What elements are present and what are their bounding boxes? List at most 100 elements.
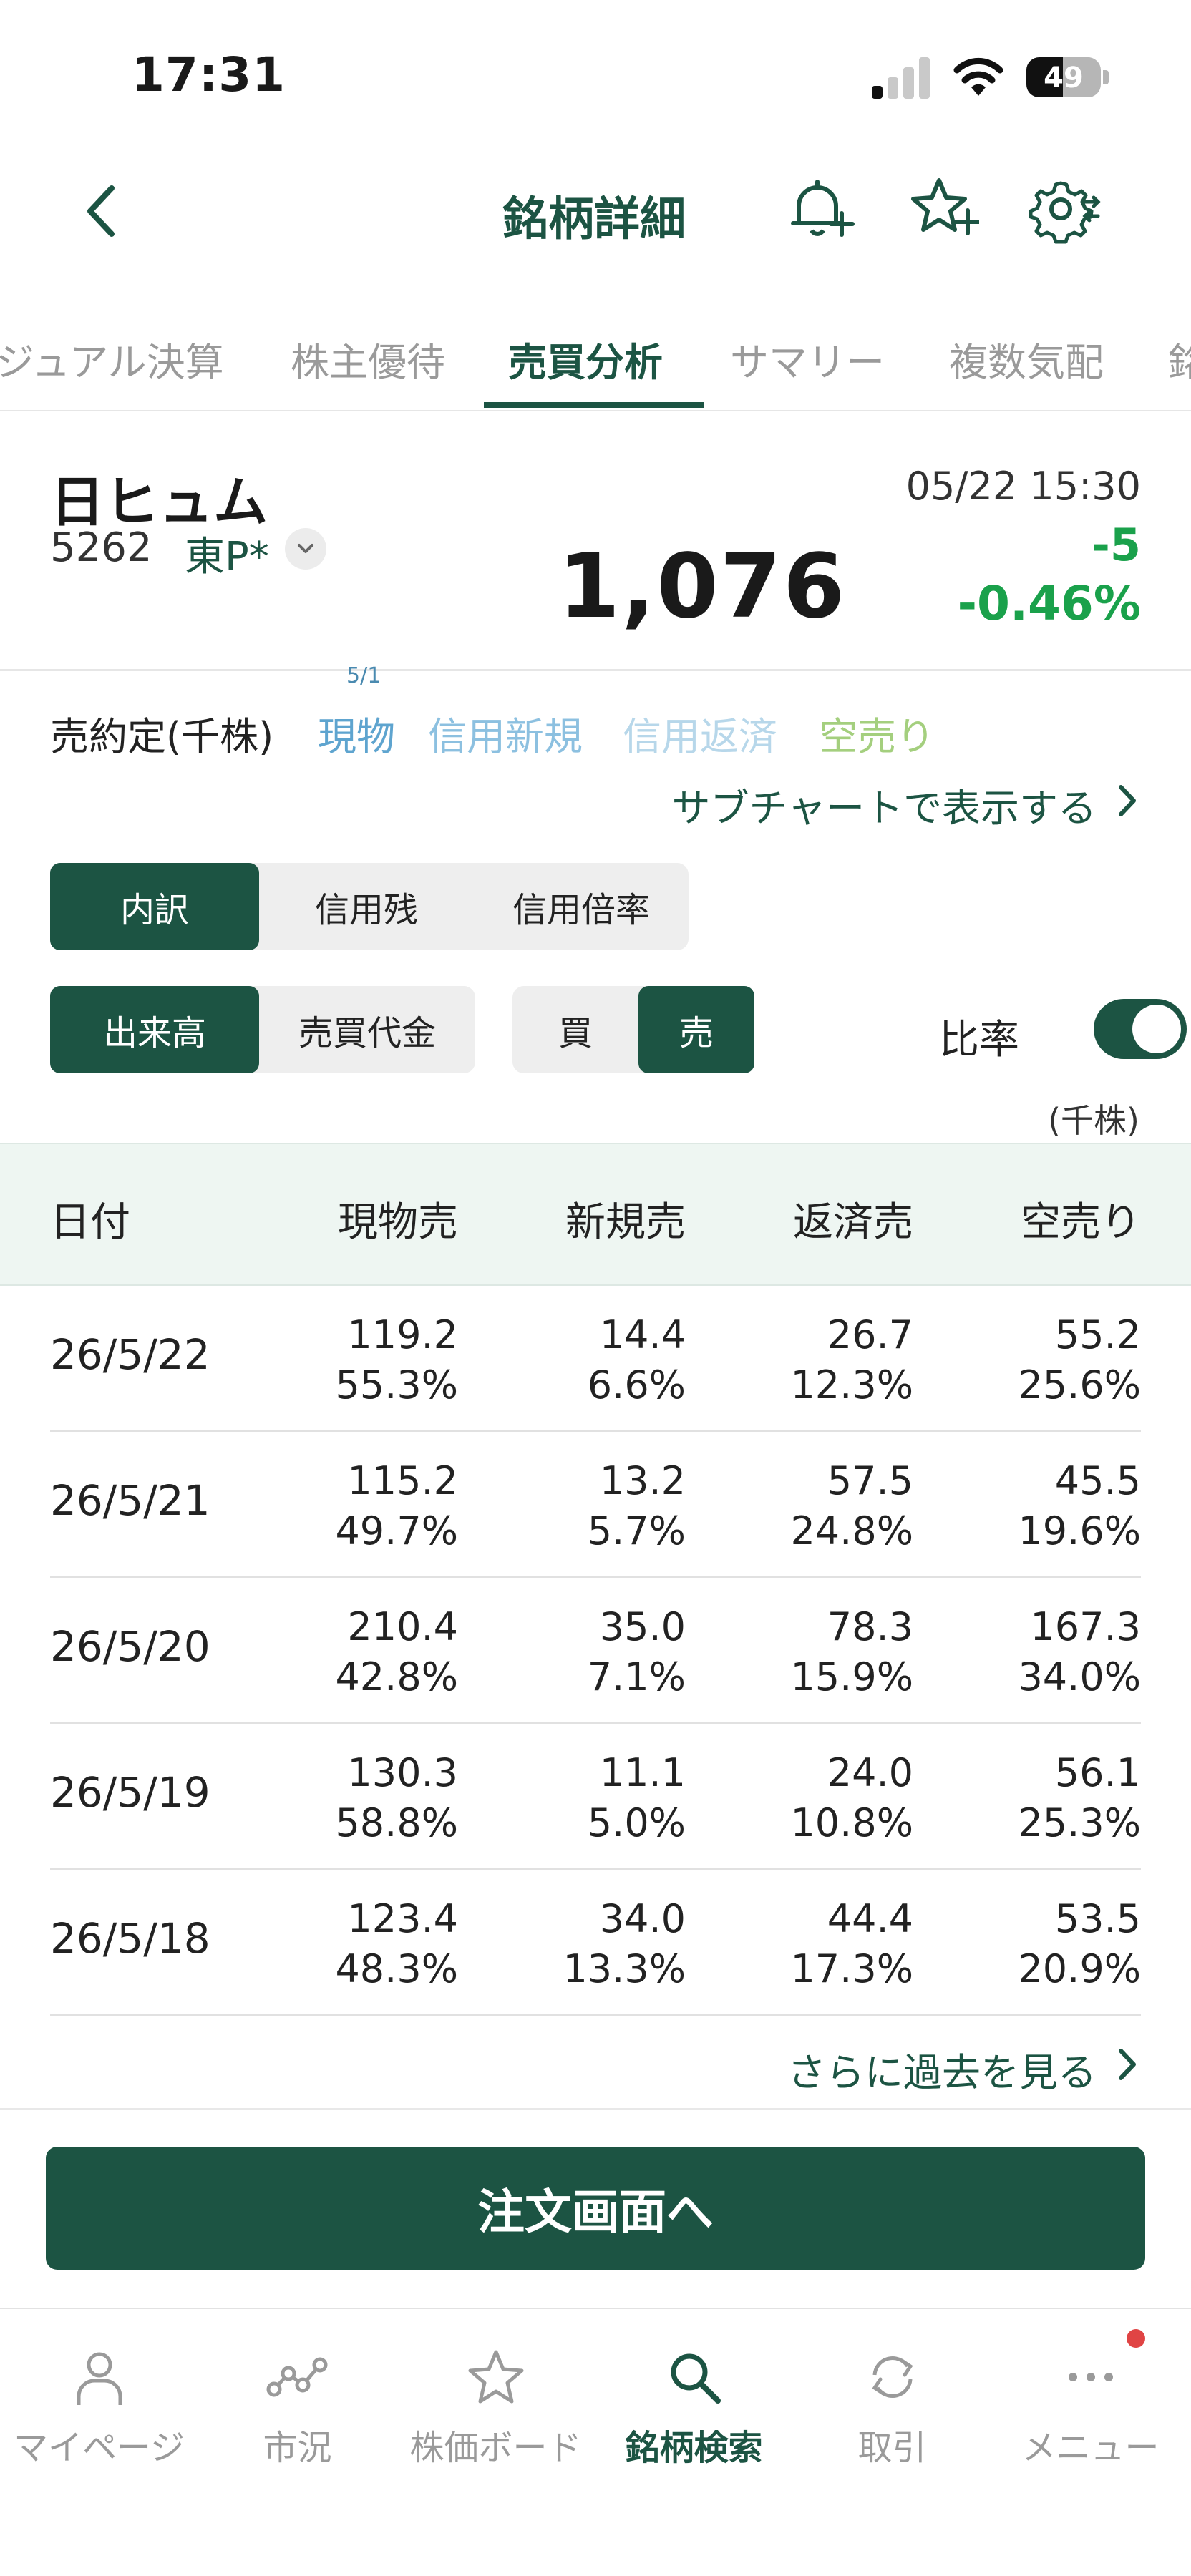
cell-repay-sell: 24.0 10.8%	[790, 1750, 913, 1845]
order-screen-button[interactable]: 注文画面へ	[46, 2147, 1145, 2270]
market-dropdown-button[interactable]	[285, 528, 326, 570]
battery-percent: 49	[1044, 62, 1084, 94]
header-short-sell: 空売り	[1021, 1199, 1141, 1246]
nav-label: 株価ボード	[409, 2428, 582, 2468]
row-date: 26/5/18	[50, 1914, 210, 1963]
back-chevron-icon[interactable]	[79, 182, 125, 240]
subchart-link[interactable]: サブチャートで表示する	[672, 776, 1097, 833]
unit-label: (千株)	[1048, 1101, 1139, 1140]
cell-spot-sell: 130.3 58.8%	[335, 1750, 458, 1845]
chevron-right-icon[interactable]	[1115, 2046, 1139, 2082]
nav-label: 市況	[263, 2428, 332, 2468]
chevron-down-icon	[298, 544, 313, 553]
nav-label: マイページ	[13, 2428, 185, 2468]
metric-segmented-control: 出来高 売買代金	[50, 986, 475, 1073]
nav-label: 銘柄検索	[625, 2428, 763, 2468]
table-row: 26/5/22 119.2 55.3% 14.4 6.6% 26.7 12.3% 55…	[50, 1286, 1141, 1432]
ratio-label: 比率	[939, 1017, 1019, 1063]
cellular-signal-icon	[872, 57, 932, 99]
row-date: 26/5/22	[50, 1330, 210, 1379]
divider	[0, 669, 1191, 671]
detail-tabs: ジュアル決算 株主優待 売買分析 サマリー 複数気配 銘	[0, 322, 1191, 411]
cell-repay-sell: 78.3 15.9%	[790, 1604, 913, 1699]
segment-margin-ratio[interactable]: 信用倍率	[474, 863, 689, 950]
cell-new-sell: 14.4 6.6%	[587, 1312, 686, 1407]
cell-short-sell: 167.3 34.0%	[1018, 1604, 1141, 1699]
cell-short-sell: 56.1 25.3%	[1018, 1750, 1141, 1845]
divider	[0, 2108, 1191, 2110]
nav-mypage[interactable]: マイページ	[0, 2345, 198, 2469]
notification-badge	[1127, 2329, 1145, 2348]
cell-short-sell: 55.2 25.6%	[1018, 1312, 1141, 1407]
table-header: 日付 現物売 新規売 返済売 空売り	[0, 1143, 1191, 1286]
battery-icon: 49	[1026, 57, 1101, 97]
table-row: 26/5/18 123.4 48.3% 34.0 13.3% 44.4 17.3% 5…	[50, 1870, 1141, 2016]
side-segmented-control: 買 売	[512, 986, 754, 1073]
nav-label: メニュー	[1021, 2428, 1160, 2468]
nav-trade[interactable]: 取引	[793, 2345, 991, 2469]
more-icon	[1068, 2373, 1113, 2381]
table-row: 26/5/19 130.3 58.8% 11.1 5.0% 24.0 10.8% 56…	[50, 1724, 1141, 1870]
person-icon	[77, 2352, 122, 2405]
battery-nub	[1103, 70, 1109, 84]
segment-buy[interactable]: 買	[512, 986, 638, 1073]
stock-price: 1,076	[558, 535, 847, 638]
segment-volume[interactable]: 出来高	[50, 986, 259, 1073]
bottom-nav: マイページ 市況 株価ボード 銘柄検索 取引 メニュー	[0, 2308, 1191, 2576]
cell-new-sell: 34.0 13.3%	[563, 1896, 686, 1991]
tab-visual-results[interactable]: ジュアル決算	[0, 331, 224, 387]
chevron-right-icon[interactable]	[1115, 783, 1139, 819]
cell-new-sell: 35.0 7.1%	[587, 1604, 686, 1699]
star-plus-icon[interactable]	[908, 173, 979, 245]
legend-spot: 現物	[318, 714, 395, 759]
legend-title: 売約定(千株)	[50, 714, 274, 759]
nav-stock-board[interactable]: 株価ボード	[397, 2345, 595, 2469]
star-icon	[468, 2350, 523, 2404]
segment-sell[interactable]: 売	[638, 986, 754, 1073]
segment-margin-balance[interactable]: 信用残	[259, 863, 474, 950]
row-date: 26/5/19	[50, 1768, 210, 1817]
cell-spot-sell: 210.4 42.8%	[335, 1604, 458, 1699]
row-date: 26/5/21	[50, 1476, 210, 1525]
nav-label: 取引	[857, 2428, 927, 2468]
market-selector[interactable]: 東P*	[185, 525, 269, 582]
legend-short-sell: 空売り	[819, 714, 935, 759]
cell-new-sell: 13.2 5.7%	[587, 1458, 686, 1553]
cell-repay-sell: 57.5 24.8%	[790, 1458, 913, 1553]
tab-multi-quote[interactable]: 複数気配	[949, 331, 1104, 387]
active-tab-indicator	[484, 402, 704, 408]
gear-settings-icon[interactable]	[1029, 173, 1101, 245]
price-change: -5	[1092, 519, 1141, 571]
header-date: 日付	[50, 1199, 130, 1246]
cell-repay-sell: 26.7 12.3%	[790, 1312, 913, 1407]
view-segmented-control: 内訳 信用残 信用倍率	[50, 863, 689, 950]
tab-shareholder-benefits[interactable]: 株主優待	[291, 331, 445, 387]
nav-market[interactable]: 市況	[198, 2345, 397, 2469]
chart-date-marker: 5/1	[346, 663, 381, 688]
header-repay-sell: 返済売	[793, 1199, 913, 1246]
quote-datetime: 05/22 15:30	[905, 464, 1141, 509]
segment-trade-value[interactable]: 売買代金	[259, 986, 475, 1073]
table-row: 26/5/20 210.4 42.8% 35.0 7.1% 78.3 15.9% 16…	[50, 1578, 1141, 1724]
market-chart-icon	[266, 2357, 327, 2397]
cell-short-sell: 45.5 19.6%	[1018, 1458, 1141, 1553]
legend-margin-repay: 信用返済	[623, 714, 777, 759]
price-change-percent: -0.46%	[957, 576, 1141, 631]
cell-spot-sell: 115.2 49.7%	[335, 1458, 458, 1553]
refresh-icon	[872, 2356, 913, 2398]
status-time: 17:31	[132, 47, 286, 102]
cell-short-sell: 53.5 20.9%	[1018, 1896, 1141, 1991]
segment-breakdown[interactable]: 内訳	[50, 863, 259, 950]
ratio-toggle[interactable]	[1094, 999, 1187, 1059]
tab-summary[interactable]: サマリー	[730, 331, 885, 387]
see-older-link[interactable]: さらに過去を見る	[787, 2041, 1097, 2097]
search-icon	[671, 2353, 721, 2404]
tab-more[interactable]: 銘	[1168, 331, 1191, 387]
cell-repay-sell: 44.4 17.3%	[790, 1896, 913, 1991]
nav-stock-search[interactable]: 銘柄検索	[595, 2345, 793, 2469]
nav-menu[interactable]: メニュー	[991, 2345, 1190, 2469]
bell-plus-icon[interactable]	[783, 173, 855, 245]
tab-trade-analysis[interactable]: 売買分析	[508, 331, 663, 387]
cell-spot-sell: 123.4 48.3%	[335, 1896, 458, 1991]
page-title: 銘柄詳細	[502, 193, 686, 246]
